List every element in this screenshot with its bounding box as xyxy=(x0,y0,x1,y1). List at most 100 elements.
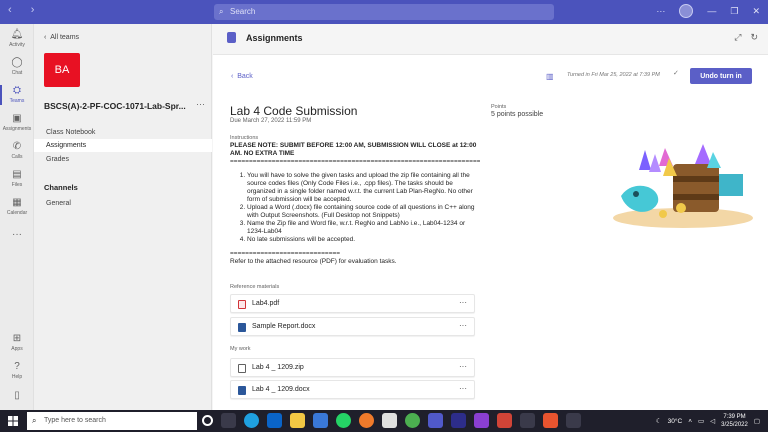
task-view-icon[interactable] xyxy=(221,413,236,428)
minimize-icon[interactable]: — xyxy=(707,6,716,16)
due-date: Due March 27, 2022 11:59 PM xyxy=(230,118,312,124)
app-icon[interactable] xyxy=(451,413,466,428)
app-rail: 🔔︎ Activity ◯ Chat ⛭ Teams ▣ Assignments… xyxy=(0,24,34,410)
weather-icon[interactable]: ☾ xyxy=(656,417,662,425)
rail-teams[interactable]: ⛭ Teams xyxy=(0,85,34,105)
team-avatar: BA xyxy=(44,53,80,87)
instructions-label: Instructions xyxy=(230,135,259,141)
team-more-icon[interactable]: ··· xyxy=(196,99,205,109)
rail-activity[interactable]: 🔔︎ Activity xyxy=(0,29,34,48)
app-icon[interactable] xyxy=(543,413,558,428)
bell-icon: 🔔︎ xyxy=(10,29,24,40)
mail-icon[interactable] xyxy=(267,413,282,428)
nav-arrows[interactable]: ‹ › xyxy=(8,4,42,16)
whatsapp-icon[interactable] xyxy=(336,413,351,428)
file-card[interactable]: Sample Report.docx ··· xyxy=(230,317,475,336)
main-header: Assignments ⤢ ↻ xyxy=(213,24,768,55)
check-icon: ✓ xyxy=(673,70,679,77)
close-icon[interactable]: ✕ xyxy=(752,6,760,17)
treasure-chest-illustration xyxy=(613,144,753,228)
rail-chat[interactable]: ◯ Chat xyxy=(0,57,34,76)
network-icon[interactable]: ▭ xyxy=(698,417,704,425)
channels-heading: Channels xyxy=(44,183,78,192)
search-placeholder: Search xyxy=(230,7,256,16)
cortana-icon[interactable] xyxy=(202,415,213,426)
chat-icon: ◯ xyxy=(11,57,23,68)
file-name: Lab4.pdf xyxy=(252,300,280,307)
app-icon[interactable] xyxy=(382,413,397,428)
all-teams-label: All teams xyxy=(50,34,80,41)
points-value: 5 points possible xyxy=(491,111,544,118)
rail-label: Assignments xyxy=(2,126,32,132)
avatar[interactable] xyxy=(679,4,694,18)
nav-assignments[interactable]: Assignments xyxy=(34,139,212,152)
rail-assignments[interactable]: ▣ Assignments xyxy=(0,113,34,132)
taskbar-search[interactable]: ⌕ Type here to search xyxy=(27,412,197,430)
undo-turn-in-button[interactable]: Undo turn in xyxy=(690,68,752,84)
rail-label: Calls xyxy=(11,154,23,160)
instructions-body: PLEASE NOTE: SUBMIT BEFORE 12:00 AM, SUB… xyxy=(230,142,480,266)
reader-icon[interactable]: ▥ xyxy=(546,72,554,81)
back-button[interactable]: ‹ Back xyxy=(231,73,253,80)
instruction-step: No late submissions will be accepted. xyxy=(247,236,480,244)
page-title: Assignments xyxy=(246,33,303,43)
zip-icon xyxy=(238,364,246,373)
notifications-icon[interactable]: ▢ xyxy=(754,417,760,425)
file-explorer-icon[interactable] xyxy=(290,413,305,428)
instruction-steps: You will have to solve the given tasks a… xyxy=(247,172,480,244)
clock[interactable]: 7:39 PM 3/25/2022 xyxy=(721,413,748,429)
chrome-icon[interactable] xyxy=(405,413,420,428)
file-more-icon[interactable]: ··· xyxy=(459,362,467,371)
maximize-icon[interactable]: ❐ xyxy=(730,6,738,17)
teams-icon[interactable] xyxy=(428,413,443,428)
rail-label: Help xyxy=(11,374,23,380)
rail-help[interactable]: ? Help xyxy=(0,361,34,380)
search-icon: ⌕ xyxy=(219,7,224,16)
main-content: Assignments ⤢ ↻ ‹ Back ▥ Turned in Fri M… xyxy=(213,24,768,410)
file-more-icon[interactable]: ··· xyxy=(459,384,467,393)
mobile-icon: ▯ xyxy=(14,390,20,401)
edge-icon[interactable] xyxy=(244,413,259,428)
more-options-icon[interactable]: ··· xyxy=(656,6,665,16)
rail-label: Apps xyxy=(11,346,23,352)
expand-icon[interactable]: ⤢ xyxy=(734,32,741,43)
rail-apps[interactable]: ⊞ Apps xyxy=(0,333,34,352)
refresh-icon[interactable]: ↻ xyxy=(750,32,758,43)
file-card[interactable]: Lab4.pdf ··· xyxy=(230,294,475,313)
more-icon: ··· xyxy=(12,229,22,240)
file-card[interactable]: Lab 4 _ 1209.zip ··· xyxy=(230,358,475,377)
apps-icon: ⊞ xyxy=(12,333,22,344)
calendar-icon: ▦ xyxy=(12,197,22,208)
rail-files[interactable]: ▤ Files xyxy=(0,169,34,188)
team-panel: ‹ All teams BA BSCS(A)-2-PF-COC-1071-Lab… xyxy=(34,24,212,410)
rail-calendar[interactable]: ▦ Calendar xyxy=(0,197,34,216)
app-icon[interactable] xyxy=(566,413,581,428)
search-input[interactable]: ⌕ Search xyxy=(214,4,554,20)
footer-note: Refer to the attached resource (PDF) for… xyxy=(230,258,397,265)
app-icon[interactable] xyxy=(520,413,535,428)
store-icon[interactable] xyxy=(313,413,328,428)
volume-icon[interactable]: ◁ xyxy=(710,417,715,425)
file-more-icon[interactable]: ··· xyxy=(459,298,467,307)
windows-start-icon[interactable] xyxy=(8,416,18,426)
window-controls: ··· — ❐ ✕ xyxy=(656,4,760,18)
taskbar-apps xyxy=(202,413,581,428)
temperature[interactable]: 30°C xyxy=(668,418,683,425)
visual-studio-icon[interactable] xyxy=(474,413,489,428)
chevron-up-icon[interactable]: ˄ xyxy=(688,418,692,425)
rail-mobile[interactable]: ▯ xyxy=(0,390,34,402)
all-teams-link[interactable]: ‹ All teams xyxy=(44,34,79,41)
app-icon[interactable] xyxy=(497,413,512,428)
app-icon[interactable] xyxy=(359,413,374,428)
nav-class-notebook[interactable]: Class Notebook xyxy=(34,126,212,139)
taskbar-search-placeholder: Type here to search xyxy=(44,417,106,424)
rail-more[interactable]: ··· xyxy=(0,229,34,241)
teams-icon: ⛭ xyxy=(13,85,21,96)
file-more-icon[interactable]: ··· xyxy=(459,321,467,330)
rail-label: Chat xyxy=(11,70,23,76)
nav-grades[interactable]: Grades xyxy=(34,153,212,166)
assignments-icon xyxy=(227,32,236,43)
rail-calls[interactable]: ✆ Calls xyxy=(0,141,34,160)
channel-general[interactable]: General xyxy=(34,197,212,210)
file-card[interactable]: Lab 4 _ 1209.docx ··· xyxy=(230,380,475,399)
